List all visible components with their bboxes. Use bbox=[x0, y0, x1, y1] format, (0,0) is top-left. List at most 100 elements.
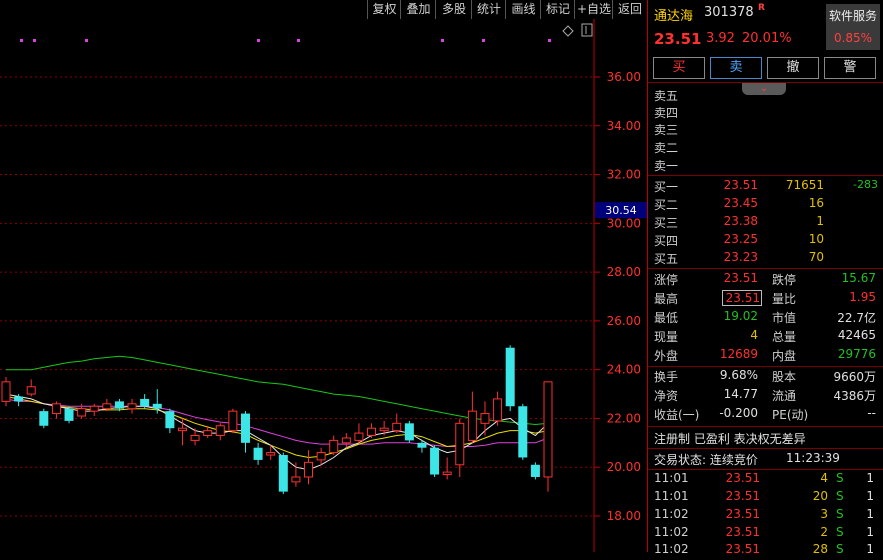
toolbar-statistics-button[interactable]: 统计 bbox=[471, 0, 506, 19]
sector-change: 0.85% bbox=[833, 31, 873, 45]
ma-white-line bbox=[5, 393, 549, 471]
buy-level-price: 23.25 bbox=[723, 232, 758, 246]
tick-row: 11:01 23.51 4 S 1 bbox=[648, 471, 883, 489]
candle bbox=[228, 408, 238, 434]
toolbar-multi-stock-button[interactable]: 多股 bbox=[435, 0, 472, 19]
stat-row: 收益(一) -0.200 PE(动) -- bbox=[648, 406, 883, 424]
buy-level-price: 23.23 bbox=[723, 250, 758, 264]
event-marker bbox=[297, 39, 300, 42]
buy-level-row[interactable]: 买五 23.23 70 bbox=[648, 250, 883, 268]
tick-price: 23.51 bbox=[725, 489, 760, 503]
buy-button[interactable]: 买 bbox=[653, 57, 705, 79]
candle bbox=[253, 442, 263, 465]
toolbar-draw-line-button[interactable]: 画线 bbox=[505, 0, 541, 19]
event-marker bbox=[257, 39, 260, 42]
candle bbox=[39, 408, 49, 429]
kline-chart[interactable]: 36.00 34.00 32.00 30.00 28.00 26.00 24.00 22.00… bbox=[0, 19, 647, 552]
buy-level-row[interactable]: 买四 23.25 10 bbox=[648, 232, 883, 250]
sell-button[interactable]: 卖 bbox=[710, 57, 762, 79]
tick-count: 1 bbox=[866, 471, 874, 485]
tick-count: 1 bbox=[866, 525, 874, 539]
ma-magenta-line bbox=[5, 398, 549, 447]
diamond-icon bbox=[562, 25, 574, 37]
turnover-label: 换手 bbox=[654, 370, 679, 384]
tick-time: 11:02 bbox=[654, 525, 689, 539]
event-markers bbox=[20, 39, 551, 42]
limit-down-value: 15.67 bbox=[841, 271, 876, 285]
sector-box[interactable]: 软件服务 0.85% bbox=[826, 4, 880, 50]
toolbar-overlay-button[interactable]: 叠加 bbox=[400, 0, 436, 19]
tick-side: S bbox=[836, 507, 844, 521]
collapse-chevron-icon[interactable]: ⌄ bbox=[742, 83, 786, 95]
tick-volume: 20 bbox=[812, 489, 828, 503]
moving-average-lines bbox=[5, 355, 549, 471]
buy-level-price: 23.45 bbox=[723, 196, 758, 210]
tick-row: 11:02 23.51 3 S 1 bbox=[648, 507, 883, 525]
buy-level-price: 23.51 bbox=[723, 178, 758, 192]
candle bbox=[430, 445, 440, 477]
buy-level-row[interactable]: 买一 23.51 71651 -283 bbox=[648, 178, 883, 196]
stat-row: 现量 4 总量 42465 bbox=[648, 328, 883, 346]
buy-level-volume: 71651 bbox=[785, 178, 824, 192]
event-marker bbox=[33, 39, 36, 42]
volume-ratio-label: 量比 bbox=[772, 292, 797, 306]
event-marker bbox=[548, 39, 551, 42]
registration-badge: R bbox=[758, 3, 765, 13]
stock-header: 通达海 301378 R 软件服务 0.85% 23.51 3.92 20.01… bbox=[648, 0, 883, 56]
candle bbox=[165, 408, 175, 434]
total-volume-value: 42465 bbox=[837, 328, 876, 342]
candle bbox=[177, 418, 187, 446]
share-capital-label: 股本 bbox=[772, 370, 797, 384]
candle bbox=[64, 406, 74, 424]
tick-count: 1 bbox=[866, 507, 874, 521]
market-cap-value: 22.7亿 bbox=[837, 311, 876, 325]
quote-panel: 通达海 301378 R 软件服务 0.85% 23.51 3.92 20.01… bbox=[647, 0, 883, 556]
toolbar-add-watchlist-button[interactable]: +自选 bbox=[574, 0, 613, 19]
current-price: 23.51 bbox=[654, 30, 702, 48]
tick-volume: 3 bbox=[820, 507, 828, 521]
candle bbox=[278, 452, 288, 495]
alert-button[interactable]: 警 bbox=[824, 57, 876, 79]
divider bbox=[648, 82, 883, 83]
candle bbox=[1, 376, 11, 407]
outer-volume-label: 外盘 bbox=[654, 349, 679, 363]
toolbar-mark-button[interactable]: 标记 bbox=[540, 0, 575, 19]
limit-up-value: 23.51 bbox=[723, 271, 758, 285]
float-shares-label: 流通 bbox=[772, 389, 797, 403]
outer-volume-value: 12689 bbox=[719, 347, 758, 361]
price-tick-label: 24.00 bbox=[607, 363, 641, 377]
price-change: 3.92 bbox=[706, 31, 735, 46]
cancel-order-button[interactable]: 撤 bbox=[767, 57, 819, 79]
price-tick-label: 26.00 bbox=[607, 314, 641, 328]
stat-row: 净资 14.77 流通 4386万 bbox=[648, 387, 883, 405]
candle bbox=[543, 381, 553, 492]
limit-up-label: 涨停 bbox=[654, 273, 679, 287]
candle bbox=[505, 345, 515, 412]
candle bbox=[455, 418, 465, 477]
toolbar-restore-rights-button[interactable]: 复权 bbox=[367, 0, 401, 19]
stock-name[interactable]: 通达海 bbox=[654, 5, 693, 24]
chart-toolbar: 复权 叠加 多股 统计 画线 标记 +自选 返回 bbox=[0, 0, 647, 19]
cursor-price-label: 30.54 bbox=[605, 204, 637, 217]
buy-level-row[interactable]: 买三 23.38 1 bbox=[648, 214, 883, 232]
high-label: 最高 bbox=[654, 292, 679, 306]
pe-label: PE(动) bbox=[772, 408, 809, 422]
stat-row: 外盘 12689 内盘 29776 bbox=[648, 347, 883, 365]
tick-price: 23.51 bbox=[725, 471, 760, 485]
candle bbox=[530, 462, 540, 480]
buy-level-row[interactable]: 买二 23.45 16 bbox=[648, 196, 883, 214]
sell3-label: 卖三 bbox=[654, 123, 679, 137]
candle bbox=[493, 391, 503, 426]
candle bbox=[480, 401, 490, 436]
price-change-pct: 20.01% bbox=[742, 31, 792, 46]
buy-level-label: 买三 bbox=[654, 216, 679, 230]
sector-label: 软件服务 bbox=[828, 9, 877, 23]
toolbar-back-button[interactable]: 返回 bbox=[612, 0, 647, 19]
tick-row: 11:02 23.51 28 S 1 bbox=[648, 542, 883, 560]
divider bbox=[648, 268, 883, 269]
share-capital-value: 9660万 bbox=[833, 370, 876, 384]
event-marker bbox=[441, 39, 444, 42]
event-marker bbox=[85, 39, 88, 42]
tick-volume: 28 bbox=[812, 542, 828, 556]
net-assets-label: 净资 bbox=[654, 389, 679, 403]
